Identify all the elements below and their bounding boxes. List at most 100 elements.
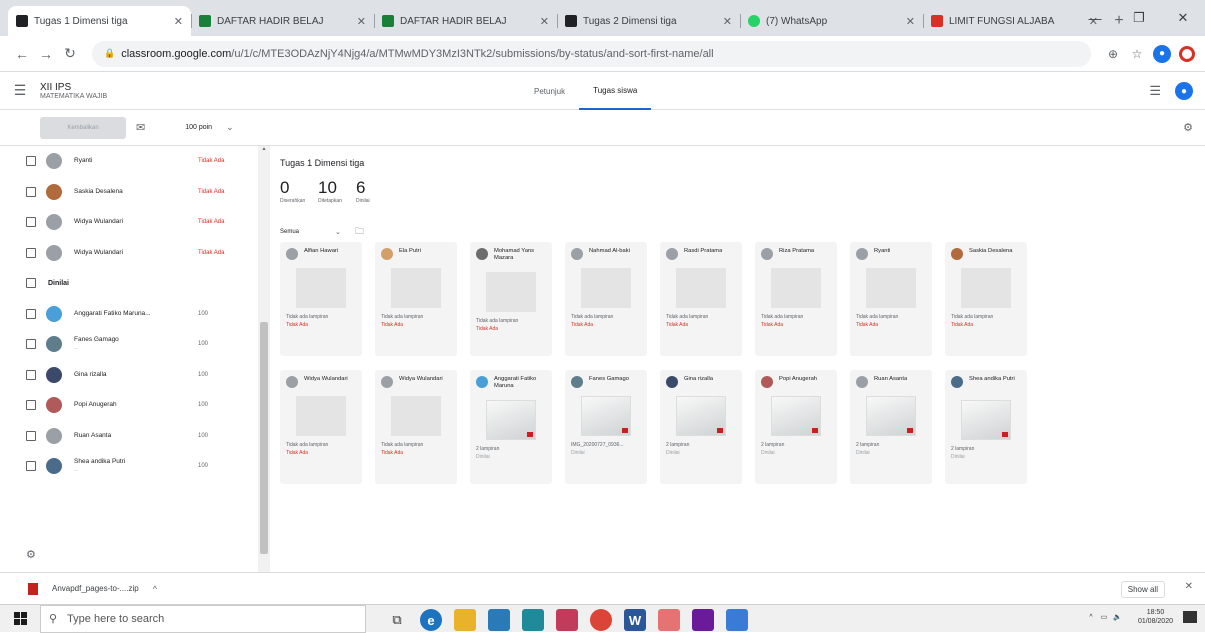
submission-card[interactable]: Widya Wulandari Tidak ada lampiran Tidak…: [280, 370, 362, 484]
forward-arrow-icon[interactable]: →: [34, 46, 58, 62]
grade-value[interactable]: Tidak Ada: [198, 219, 224, 225]
start-button[interactable]: [0, 612, 40, 625]
url-field[interactable]: 🔒 classroom.google.com /u/1/c/MTE3ODAzNj…: [92, 40, 1091, 67]
store-icon[interactable]: [488, 609, 510, 631]
select-checkbox[interactable]: [26, 247, 36, 258]
submission-card[interactable]: Popi Anugerah 2 lampiran Dinilai: [755, 370, 837, 484]
select-checkbox[interactable]: [26, 156, 36, 167]
bookmark-star-icon[interactable]: ☆: [1125, 47, 1149, 61]
select-checkbox[interactable]: [26, 308, 36, 319]
show-all-button[interactable]: Show all: [1120, 581, 1165, 598]
submission-card[interactable]: Riza Pratama Tidak ada lampiran Tidak Ad…: [755, 242, 837, 356]
submission-card[interactable]: Ryanti Tidak ada lampiran Tidak Ada: [850, 242, 932, 356]
attachment-thumbnail[interactable]: [961, 400, 1011, 440]
tray-chevron-icon[interactable]: ^: [1089, 614, 1092, 621]
submission-card[interactable]: Widya Wulandari Tidak ada lampiran Tidak…: [375, 370, 457, 484]
points-selector[interactable]: 100 poin: [185, 124, 212, 131]
submission-card[interactable]: Shea andika Putri 2 lampiran Dinilai: [945, 370, 1027, 484]
scrollbar-thumb[interactable]: [260, 322, 268, 554]
chevron-down-icon[interactable]: ⌄: [335, 228, 341, 236]
submission-card[interactable]: Gina rizalla 2 lampiran Dinilai: [660, 370, 742, 484]
browser-tab-4[interactable]: (7) WhatsApp ✕: [740, 6, 923, 36]
chrome-icon[interactable]: [590, 609, 612, 631]
student-row[interactable]: Ryanti Tidak Ada: [0, 146, 258, 177]
menu-hamburger-icon[interactable]: ☰: [0, 82, 40, 99]
maximize-icon[interactable]: ❐: [1117, 0, 1161, 36]
close-tab-icon[interactable]: ✕: [540, 15, 549, 28]
grade-value[interactable]: Tidak Ada: [198, 189, 224, 195]
minimize-icon[interactable]: —: [1073, 0, 1117, 36]
student-row[interactable]: Gina rizalla 100: [0, 360, 258, 391]
file-explorer-icon[interactable]: [454, 609, 476, 631]
browser-tab-3[interactable]: Tugas 2 Dimensi tiga ✕: [557, 6, 740, 36]
zoom-icon[interactable]: ⊕: [1101, 47, 1125, 61]
select-checkbox[interactable]: [26, 217, 36, 228]
attachment-thumbnail[interactable]: [676, 396, 726, 436]
word-icon[interactable]: W: [624, 609, 646, 631]
chevron-up-icon[interactable]: ^: [153, 584, 157, 594]
submission-card[interactable]: Alfian Hawari Tidak ada lampiran Tidak A…: [280, 242, 362, 356]
clock[interactable]: 18:50 01/08/2020: [1138, 608, 1173, 626]
student-row[interactable]: Saskia Desalena Tidak Ada: [0, 177, 258, 208]
student-row[interactable]: Shea andika Putri... 100: [0, 451, 258, 482]
app-icon[interactable]: [522, 609, 544, 631]
submission-card[interactable]: Fanes Gamago IMG_20200727_0936... Dinila…: [565, 370, 647, 484]
student-row[interactable]: Anggarati Fatiko Maruna... 100: [0, 299, 258, 330]
reload-icon[interactable]: ↻: [58, 45, 82, 62]
grade-value[interactable]: 100: [198, 433, 208, 439]
select-checkbox[interactable]: [26, 461, 36, 472]
submission-card[interactable]: Saskia Desalena Tidak ada lampiran Tidak…: [945, 242, 1027, 356]
grade-value[interactable]: 100: [198, 311, 208, 317]
email-icon[interactable]: ✉: [136, 121, 145, 134]
notification-icon[interactable]: [1183, 611, 1197, 623]
browser-tab-1[interactable]: DAFTAR HADIR BELAJ ✕: [191, 6, 374, 36]
select-checkbox[interactable]: [26, 369, 36, 380]
grade-value[interactable]: 100: [198, 402, 208, 408]
select-group-checkbox[interactable]: [26, 278, 36, 289]
attachment-thumbnail[interactable]: [486, 400, 536, 440]
chevron-down-icon[interactable]: ⌄: [226, 122, 234, 133]
submission-card[interactable]: Ela Putri Tidak ada lampiran Tidak Ada: [375, 242, 457, 356]
taskbar-search[interactable]: ⚲ Type here to search: [40, 604, 366, 633]
list-scrollbar[interactable]: ▲: [258, 146, 270, 572]
browser-tab-2[interactable]: DAFTAR HADIR BELAJ ✕: [374, 6, 557, 36]
select-checkbox[interactable]: [26, 430, 36, 441]
student-row[interactable]: Widya Wulandari Tidak Ada: [0, 238, 258, 269]
download-filename[interactable]: Anvapdf_pages-to-....zip: [52, 584, 139, 593]
student-row[interactable]: Ruan Asanta 100: [0, 421, 258, 452]
student-row[interactable]: Widya Wulandari Tidak Ada: [0, 207, 258, 238]
close-tab-icon[interactable]: ✕: [174, 15, 183, 28]
select-checkbox[interactable]: [26, 400, 36, 411]
settings-gear-icon[interactable]: ⚙: [1183, 121, 1193, 134]
submission-card[interactable]: Anggarati Fatiko Maruna 2 lampiran Dinil…: [470, 370, 552, 484]
select-checkbox[interactable]: [26, 339, 36, 350]
media-icon[interactable]: [692, 609, 714, 631]
close-download-bar-icon[interactable]: ✕: [1185, 581, 1193, 592]
tab-instructions[interactable]: Petunjuk: [520, 72, 579, 110]
submission-card[interactable]: Rasdi Pratama Tidak ada lampiran Tidak A…: [660, 242, 742, 356]
filter-select[interactable]: Semua: [280, 229, 299, 235]
volume-icon[interactable]: 🔈: [1113, 613, 1122, 621]
grade-value[interactable]: 100: [198, 463, 208, 469]
submission-card[interactable]: Mohamad Yans Mazara Tidak ada lampiran T…: [470, 242, 552, 356]
close-tab-icon[interactable]: ✕: [357, 15, 366, 28]
apps-grid-icon[interactable]: ☰: [1149, 83, 1161, 99]
opera-icon[interactable]: [1179, 45, 1195, 62]
photos-icon[interactable]: [726, 609, 748, 631]
settings-small-icon[interactable]: ⚙: [26, 548, 36, 561]
edge-icon[interactable]: e: [420, 609, 442, 631]
submission-card[interactable]: Nahmad Al-baki Tidak ada lampiran Tidak …: [565, 242, 647, 356]
tab-student-work[interactable]: Tugas siswa: [579, 72, 652, 110]
student-row[interactable]: Fanes Gamago... 100: [0, 329, 258, 360]
student-row[interactable]: Popi Anugerah 100: [0, 390, 258, 421]
browser-tab-0[interactable]: Tugas 1 Dimensi tiga ✕: [8, 6, 191, 36]
grade-value[interactable]: Tidak Ada: [198, 250, 224, 256]
grade-value[interactable]: 100: [198, 372, 208, 378]
close-window-icon[interactable]: ✕: [1161, 0, 1205, 36]
submission-card[interactable]: Ruan Asanta 2 lampiran Dinilai: [850, 370, 932, 484]
return-button[interactable]: Kembalikan: [40, 116, 126, 139]
paint-icon[interactable]: [658, 609, 680, 631]
scroll-up-icon[interactable]: ▲: [258, 146, 270, 156]
task-view-icon[interactable]: ⧉: [386, 609, 408, 631]
mail-app-icon[interactable]: [556, 609, 578, 631]
